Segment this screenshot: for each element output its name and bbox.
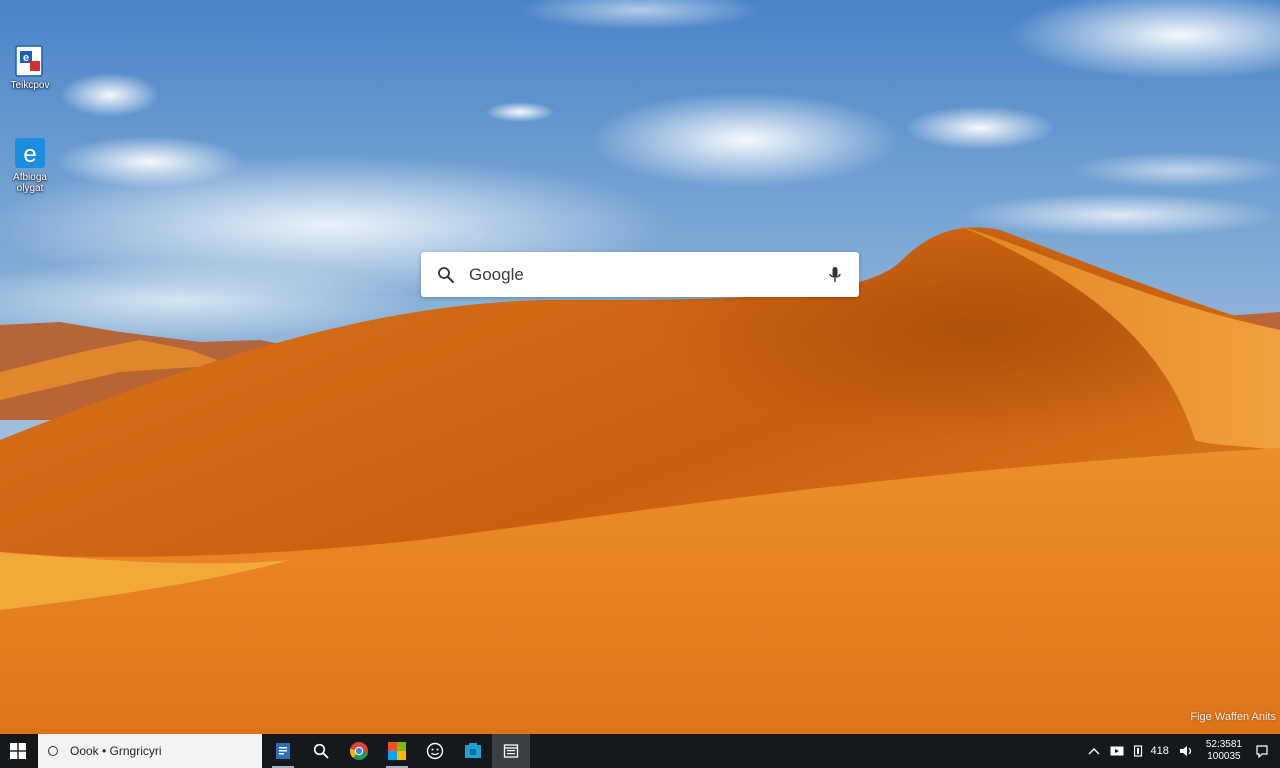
taskbar-app-feedback[interactable] <box>416 734 454 768</box>
store-icon <box>465 743 481 758</box>
search-icon <box>438 266 454 283</box>
taskbar-app-window[interactable] <box>492 734 530 768</box>
taskbar-app-search[interactable] <box>302 734 340 768</box>
document-icon <box>276 743 290 759</box>
volume-icon <box>1179 746 1191 756</box>
microphone-icon[interactable] <box>827 265 843 285</box>
feedback-icon <box>426 742 444 760</box>
taskbar-search-text: Oook • Grngricyri <box>70 744 162 758</box>
tray-video-button[interactable] <box>1105 734 1129 768</box>
taskbar-app-store[interactable] <box>454 734 492 768</box>
show-hidden-icons-button[interactable] <box>1083 734 1105 768</box>
tray-volume-button[interactable] <box>1174 734 1198 768</box>
google-search-bar[interactable]: Google <box>421 252 859 297</box>
start-button[interactable] <box>0 734 36 768</box>
tray-network-button[interactable]: 418 <box>1129 734 1173 768</box>
taskbar-search-box[interactable]: Oook • Grngricyri <box>38 734 262 768</box>
windows-logo-icon <box>10 743 26 759</box>
taskbar-app-chrome[interactable] <box>340 734 378 768</box>
video-icon <box>1110 746 1124 756</box>
window-icon <box>503 744 519 758</box>
desktop-icon-2-label: Afbioga olygat <box>13 172 47 194</box>
document-shortcut-icon: e <box>15 45 43 77</box>
desktop-icon-1-label: Teikcpov <box>10 80 50 91</box>
network-text: 418 <box>1150 745 1169 757</box>
taskbar-app-office[interactable] <box>378 734 416 768</box>
network-icon <box>1134 745 1143 757</box>
desert-wallpaper <box>0 0 1280 734</box>
search-placeholder: Google <box>469 264 524 284</box>
taskbar-app-document[interactable] <box>264 734 302 768</box>
office-icon <box>388 742 406 760</box>
notification-icon <box>1256 745 1268 758</box>
desktop-icon-1[interactable]: e Teikcpov <box>0 44 60 91</box>
clock[interactable]: 52:3581 100035 <box>1198 734 1250 768</box>
svg-text:e: e <box>23 52 29 64</box>
activation-watermark: Fige Waffen Anits <box>1190 711 1276 723</box>
edge-browser-icon: e <box>15 138 45 168</box>
system-tray: 418 52:3581 100035 <box>1083 734 1280 768</box>
chrome-icon <box>349 742 368 761</box>
clock-time: 52:3581 <box>1205 739 1242 750</box>
desktop: e Teikcpov e Afbioga olygat Google Fige … <box>0 0 1280 768</box>
cortana-icon <box>48 746 58 756</box>
clock-date: 100035 <box>1207 751 1241 762</box>
search-icon <box>313 743 329 759</box>
chevron-up-icon <box>1088 748 1100 755</box>
notification-center-button[interactable] <box>1250 734 1274 768</box>
taskbar: Oook • Grngricyri 418 52:3581 100035 <box>0 734 1280 768</box>
desktop-icon-2[interactable]: e Afbioga olygat <box>0 136 60 194</box>
svg-text:e: e <box>23 141 36 168</box>
